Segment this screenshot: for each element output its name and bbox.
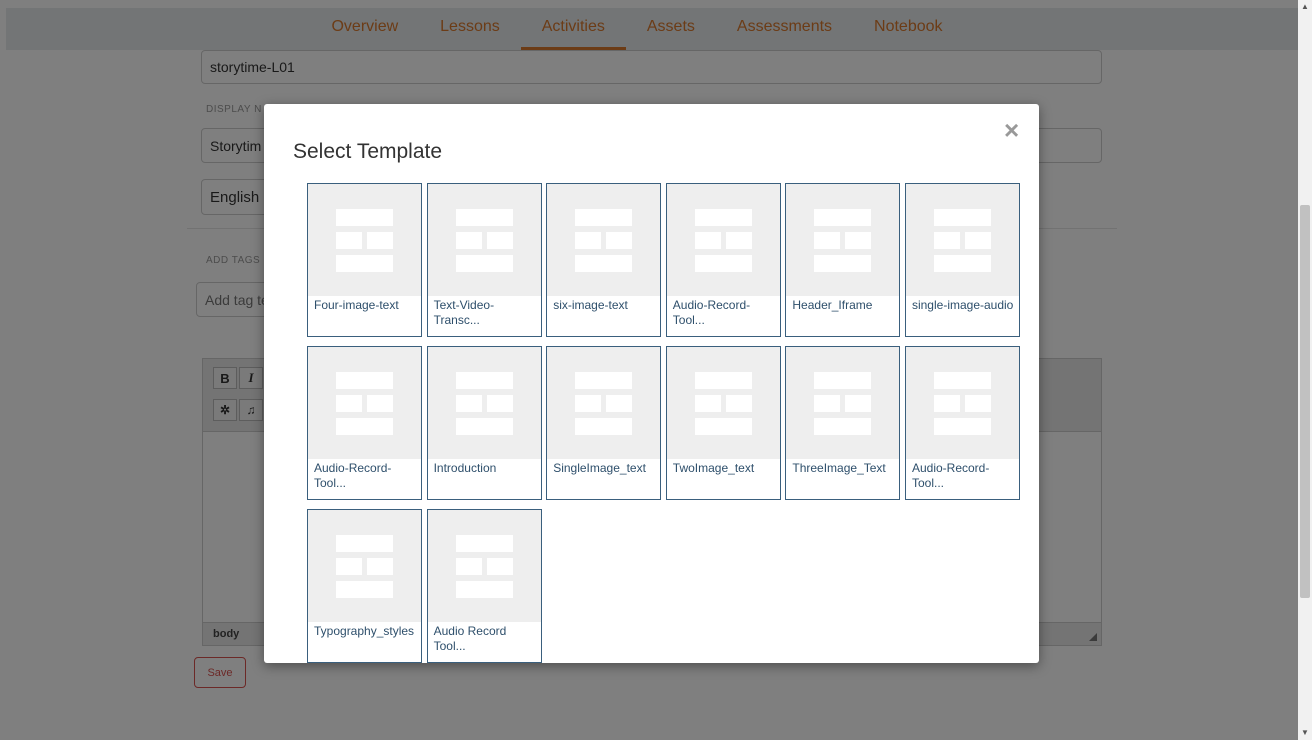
template-placeholder-icon [786,347,900,459]
template-label: Header_Iframe [792,298,873,312]
template-placeholder-icon [427,510,541,622]
template-card[interactable]: ThreeImage_Text [785,346,901,500]
template-grid: Four-image-text Text-Video-Transc... six… [307,183,1022,663]
template-card[interactable]: single-image-audio [904,183,1020,337]
template-card[interactable]: Audio-Record-Tool... [904,346,1020,500]
template-placeholder-icon [666,184,780,296]
template-placeholder-icon [308,184,421,296]
template-card[interactable]: Introduction [426,346,542,500]
template-label: Four-image-text [314,298,399,312]
scroll-down-icon[interactable]: ▼ [1298,726,1312,740]
template-card[interactable]: Text-Video-Transc... [426,183,542,337]
select-template-modal: Select Template × Four-image-text Text-V… [264,104,1039,663]
template-placeholder-icon [547,347,661,459]
template-placeholder-icon [905,184,1019,296]
template-placeholder-icon [666,347,780,459]
template-placeholder-icon [427,184,541,296]
template-placeholder-icon [308,347,421,459]
template-label: Introduction [433,461,497,475]
template-placeholder-icon [308,510,421,622]
template-label: Text-Video-Transc... [433,298,495,327]
template-card[interactable]: Audio-Record-Tool... [307,346,422,500]
template-label: TwoImage_text [672,461,755,475]
template-placeholder-icon [547,184,661,296]
template-label: single-image-audio [911,298,1014,312]
template-card[interactable]: Audio Record Tool... [426,509,542,663]
scroll-up-icon[interactable]: ▲ [1298,0,1312,14]
template-label: SingleImage_text [553,461,646,475]
template-card[interactable]: TwoImage_text [665,346,781,500]
scroll-thumb[interactable] [1300,205,1310,598]
template-label: Audio-Record-Tool... [672,298,751,327]
template-label: Audio-Record-Tool... [314,461,392,490]
template-placeholder-icon [427,347,541,459]
page-scrollbar[interactable]: ▲ ▼ [1298,0,1312,740]
modal-title: Select Template [293,140,443,163]
template-label: Audio Record Tool... [433,624,507,653]
template-label: Audio-Record-Tool... [911,461,990,490]
template-label: Typography_styles [314,624,415,638]
template-card[interactable]: Header_Iframe [785,183,901,337]
template-placeholder-icon [786,184,900,296]
template-card[interactable]: SingleImage_text [546,346,662,500]
template-label: six-image-text [553,298,628,312]
close-icon[interactable]: × [1004,117,1019,143]
template-card[interactable]: six-image-text [546,183,662,337]
template-card[interactable]: Four-image-text [307,183,422,337]
template-placeholder-icon [905,347,1019,459]
template-label: ThreeImage_Text [792,461,886,475]
template-card[interactable]: Typography_styles [307,509,422,663]
template-card[interactable]: Audio-Record-Tool... [665,183,781,337]
